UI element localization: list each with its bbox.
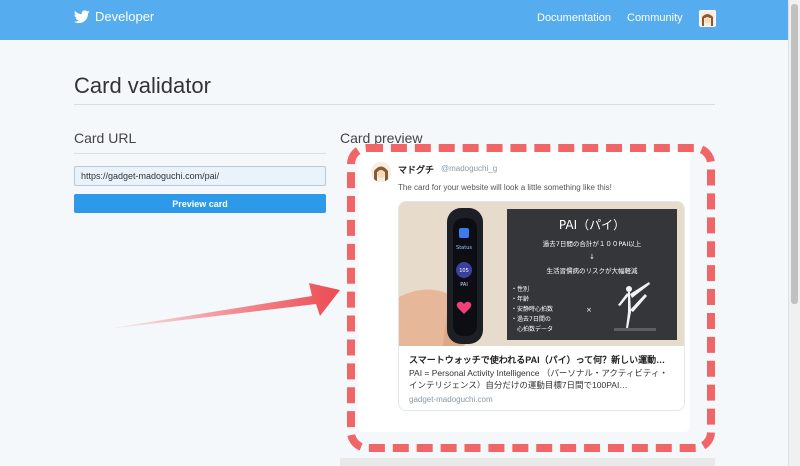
image-line-1: 過去7日間の合計が１００PAI以上 (543, 239, 642, 248)
image-bullet-1: ・性別 (511, 285, 529, 293)
card-url-input[interactable] (74, 166, 326, 186)
image-panel-title: PAI（パイ） (559, 218, 625, 232)
tweet-avatar[interactable] (371, 162, 391, 182)
preview-card-button[interactable]: Preview card (74, 194, 326, 213)
scrollbar-thumb[interactable] (791, 4, 798, 304)
card-description: PAI = Personal Activity Intelligence （パー… (409, 368, 668, 390)
top-navigation-bar: Developer Documentation Community (0, 0, 789, 40)
title-divider (74, 104, 715, 105)
band-number-label: 105 (459, 268, 469, 274)
tweet-avatar-face-icon (371, 162, 391, 182)
image-arrow: ↓ (589, 253, 595, 261)
band-status-label: Status (456, 245, 472, 251)
image-bullet-4: ・過去7日間の (511, 315, 551, 323)
nav-community-link[interactable]: Community (627, 12, 683, 24)
summary-card[interactable]: Status 105 PAI PAI（パイ） 過去7日間の合計が１００PAI以上… (398, 201, 685, 411)
page-title: Card validator (74, 73, 211, 98)
arrow-shape (100, 283, 340, 330)
nav-documentation-link[interactable]: Documentation (537, 12, 611, 24)
card-preview-heading: Card preview (340, 130, 423, 146)
tweet-author-name[interactable]: マドグチ (398, 163, 434, 176)
card-image-artwork: Status 105 PAI PAI（パイ） 過去7日間の合計が１００PAI以上… (399, 202, 684, 346)
brand-label: Developer (95, 9, 155, 24)
card-domain: gadget-madoguchi.com (409, 395, 493, 404)
card-image: Status 105 PAI PAI（パイ） 過去7日間の合計が１００PAI以上… (399, 202, 684, 346)
band-pai-label: PAI (460, 282, 468, 288)
tweet-text: The card for your website will look a li… (398, 183, 612, 192)
bird-icon (74, 9, 90, 23)
image-bullet-3: ・安静時心拍数 (511, 305, 553, 313)
card-title[interactable]: スマートウォッチで使われるPAI（パイ）って何？新しい運動… (409, 353, 677, 366)
card-url-heading: Card URL (74, 130, 137, 146)
tweet-author-handle[interactable]: @madoguchi_g (441, 164, 497, 173)
image-cross: × (586, 306, 592, 314)
card-url-divider (74, 153, 326, 154)
user-avatar[interactable] (699, 10, 716, 27)
image-line-2: 生活習慣病のリスクが大幅軽減 (547, 266, 639, 275)
image-bullet-5: 心拍数データ (511, 325, 553, 333)
user-avatar-face-icon (700, 11, 715, 26)
preview-bottom-strip (340, 458, 715, 466)
image-bullet-2: ・年齢 (511, 295, 529, 303)
vertical-scrollbar[interactable] (788, 0, 800, 466)
brand-link[interactable]: Developer (74, 9, 154, 24)
